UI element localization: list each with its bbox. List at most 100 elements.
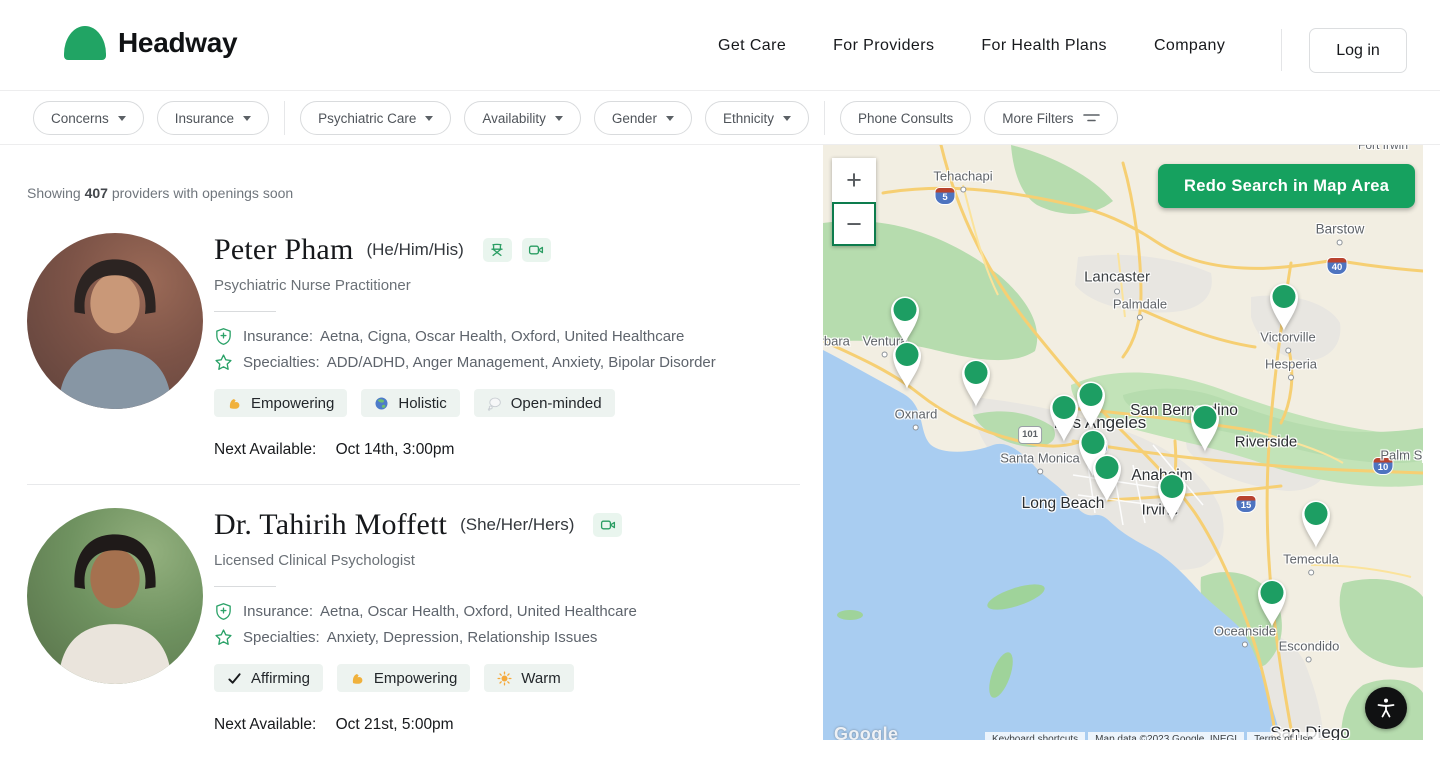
next-available-value: Oct 21st, 5:00pm bbox=[336, 716, 454, 733]
google-logo[interactable]: Google bbox=[834, 724, 898, 740]
highway-number: 15 bbox=[1241, 501, 1252, 511]
filter-dropdown[interactable]: Availability bbox=[464, 101, 581, 135]
provider-map-pin[interactable] bbox=[1087, 451, 1127, 503]
card-divider bbox=[214, 586, 276, 587]
next-available-value: Oct 14th, 3:00pm bbox=[336, 441, 455, 458]
provider-card-list: Peter Pham (He/Him/His) bbox=[0, 209, 823, 759]
nav-link[interactable]: For Providers bbox=[833, 37, 934, 55]
map-pin-icon bbox=[1264, 280, 1304, 332]
specialties-label: Specialties: bbox=[243, 629, 320, 646]
summary-suffix: providers with openings soon bbox=[112, 185, 293, 201]
filter-divider bbox=[824, 101, 825, 135]
city-label: Lancaster bbox=[1084, 269, 1150, 286]
phone-consults-filter[interactable]: Phone Consults bbox=[840, 101, 971, 135]
filter-divider bbox=[284, 101, 285, 135]
insurance-row: Insurance: Aetna, Oscar Health, Oxford, … bbox=[214, 602, 803, 621]
primary-nav: Get Care For Providers For Health Plans Com… bbox=[718, 0, 1225, 91]
video-camera-icon bbox=[528, 242, 544, 258]
specialties-label: Specialties: bbox=[243, 354, 320, 371]
city-label: Fort Irwin bbox=[1358, 145, 1408, 152]
filter-dropdown[interactable]: Psychiatric Care bbox=[300, 101, 451, 135]
provider-map-pin[interactable] bbox=[1185, 401, 1225, 453]
city-label: Palmdale bbox=[1113, 297, 1167, 312]
filter-label: Insurance bbox=[175, 111, 234, 126]
highway-number: 101 bbox=[1022, 430, 1038, 440]
provider-avatar[interactable] bbox=[27, 508, 203, 684]
insurance-list: Aetna, Oscar Health, Oxford, United Heal… bbox=[320, 603, 637, 620]
filter-bar: Concerns Insurance Psychiatric Care Avai bbox=[0, 92, 1440, 145]
attribution-link[interactable]: Keyboard shortcuts bbox=[985, 732, 1085, 740]
filter-label: Phone Consults bbox=[858, 111, 953, 126]
provider-map-pin[interactable] bbox=[1296, 497, 1336, 549]
in-person-chair-icon bbox=[489, 242, 505, 258]
tag-label: Open-minded bbox=[511, 395, 602, 412]
map-pin-icon bbox=[1185, 401, 1225, 453]
provider-map-pin[interactable] bbox=[887, 338, 927, 390]
highway-number: 5 bbox=[942, 193, 947, 203]
filter-dropdown[interactable]: Insurance bbox=[157, 101, 269, 135]
insurance-label: Insurance: bbox=[243, 603, 313, 620]
filter-dropdown[interactable]: Ethnicity bbox=[705, 101, 809, 135]
brand-logo[interactable]: Headway bbox=[64, 26, 237, 60]
provider-avatar[interactable] bbox=[27, 233, 203, 409]
provider-card[interactable]: Dr. Tahirih Moffett (She/Her/Hers) bbox=[0, 484, 823, 759]
highway-shield: 15 bbox=[1236, 495, 1257, 513]
filter-label: Availability bbox=[482, 111, 546, 126]
nav-divider bbox=[1281, 29, 1282, 71]
zoom-in-button[interactable]: + bbox=[832, 158, 876, 202]
session-badges bbox=[483, 238, 551, 262]
specialties-list: Anxiety, Depression, Relationship Issues bbox=[327, 629, 598, 646]
filter-label: More Filters bbox=[1002, 111, 1073, 126]
city-label: Escondido bbox=[1279, 639, 1340, 654]
provider-name-row: Dr. Tahirih Moffett (She/Her/Hers) bbox=[214, 508, 803, 542]
map-pin-icon bbox=[1152, 470, 1192, 522]
brand-wordmark: Headway bbox=[118, 27, 237, 59]
chevron-down-icon bbox=[555, 116, 563, 121]
city-label: Santa Monica bbox=[1000, 451, 1080, 466]
next-available-row: Next Available: Oct 14th, 3:00pm bbox=[214, 441, 803, 459]
zoom-out-button[interactable]: − bbox=[832, 202, 876, 246]
accessibility-button[interactable] bbox=[1365, 687, 1407, 729]
nav-link[interactable]: Company bbox=[1154, 37, 1225, 55]
nav-link[interactable]: For Health Plans bbox=[981, 37, 1107, 55]
login-button[interactable]: Log in bbox=[1309, 28, 1407, 73]
filter-group-secondary: Psychiatric Care Availability Gender Eth… bbox=[300, 101, 809, 135]
highway-number: 10 bbox=[1378, 463, 1389, 473]
tag-label: Holistic bbox=[398, 395, 446, 412]
headway-logo-icon bbox=[64, 26, 106, 60]
filter-label: Gender bbox=[612, 111, 657, 126]
headway-search-page: Headway Get Care For Providers For Health … bbox=[0, 0, 1440, 777]
provider-map-pin[interactable] bbox=[1252, 576, 1292, 628]
provider-map-pin[interactable] bbox=[1152, 470, 1192, 522]
provider-map-pin[interactable] bbox=[956, 356, 996, 408]
provider-card[interactable]: Peter Pham (He/Him/His) bbox=[0, 209, 823, 484]
filter-dropdown[interactable]: Gender bbox=[594, 101, 692, 135]
accessibility-person-icon bbox=[1375, 697, 1397, 719]
flexed-arm-icon bbox=[227, 396, 242, 411]
nav-link[interactable]: Get Care bbox=[718, 37, 786, 55]
avatar-silhouette bbox=[27, 233, 203, 409]
filter-dropdown[interactable]: Concerns bbox=[33, 101, 144, 135]
city-label: Santa Barbara bbox=[823, 334, 850, 349]
map-pin-icon bbox=[887, 338, 927, 390]
shield-plus-icon bbox=[214, 327, 233, 346]
personality-tag: Empowering bbox=[214, 389, 347, 417]
tag-label: Empowering bbox=[374, 670, 457, 687]
session-badges bbox=[593, 513, 622, 537]
provider-map-pin[interactable] bbox=[1264, 280, 1304, 332]
provider-title: Licensed Clinical Psychologist bbox=[214, 552, 803, 569]
summary-count: 407 bbox=[85, 185, 108, 201]
avatar-silhouette bbox=[27, 508, 203, 684]
provider-name-row: Peter Pham (He/Him/His) bbox=[214, 233, 803, 267]
attribution-link[interactable]: Map data ©2023 Google, INEGI bbox=[1088, 732, 1244, 740]
provider-name[interactable]: Dr. Tahirih Moffett bbox=[214, 508, 447, 542]
map-pin-icon bbox=[1087, 451, 1127, 503]
filter-group-primary: Concerns Insurance bbox=[33, 101, 269, 135]
session-type-badge bbox=[483, 238, 512, 262]
redo-search-button[interactable]: Redo Search in Map Area bbox=[1158, 164, 1415, 208]
provider-name[interactable]: Peter Pham bbox=[214, 233, 353, 267]
city-label: Oxnard bbox=[895, 407, 938, 422]
attribution-link[interactable]: Terms of Use bbox=[1247, 732, 1320, 740]
personality-tags: Affirming bbox=[214, 664, 803, 692]
more-filters-button[interactable]: More Filters bbox=[984, 101, 1117, 135]
